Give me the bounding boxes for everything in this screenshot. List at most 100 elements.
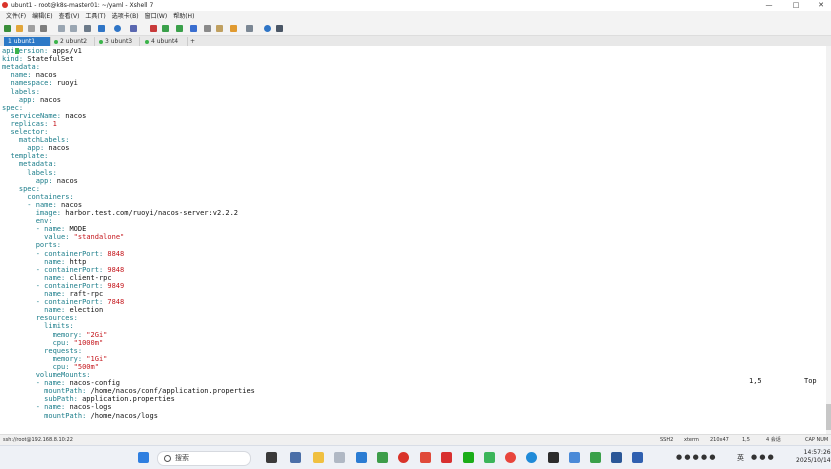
terminal-type: xterm — [684, 437, 699, 443]
menu-tools[interactable]: 工具(T) — [82, 11, 108, 22]
tab-ubunt4[interactable]: 4 ubunt4 — [141, 37, 188, 46]
new-session-icon[interactable] — [4, 25, 11, 32]
terminal-line: spec: — [2, 185, 40, 193]
terminal-line: - name: nacos — [2, 201, 82, 209]
help-icon[interactable] — [264, 25, 271, 32]
menu-window[interactable]: 窗口(W) — [142, 11, 171, 22]
more-icon[interactable] — [276, 25, 283, 32]
app-icon[interactable] — [569, 452, 580, 463]
terminal-text: containerPort: — [44, 298, 108, 307]
transfer-icon[interactable] — [162, 25, 169, 32]
app-icon[interactable] — [420, 452, 431, 463]
app-icon[interactable] — [632, 452, 643, 463]
terminal-text: containers: — [27, 192, 74, 201]
reconnect-icon[interactable] — [40, 25, 47, 32]
app-icon[interactable] — [441, 452, 452, 463]
xftp-icon[interactable] — [150, 25, 157, 32]
script-icon[interactable] — [216, 25, 223, 32]
fullscreen-icon[interactable] — [176, 25, 183, 32]
terminal-text: 1 — [52, 119, 57, 128]
terminal-text: spec: — [18, 184, 40, 193]
terminal-area[interactable]: api ersion: apps/v1 kind: StatefulSet metad… — [0, 46, 826, 434]
tab-ubunt2[interactable]: 2 ubunt2 — [50, 37, 95, 46]
system-clock[interactable]: 14:57:26 2025/10/14 — [796, 449, 831, 465]
terminal-text: metadata: — [18, 160, 57, 169]
terminal-text: app: — [18, 95, 40, 104]
maximize-button[interactable]: □ — [787, 0, 805, 11]
terminal-text: cpu: — [52, 338, 74, 347]
open-folder-icon[interactable] — [16, 25, 23, 32]
chrome-icon[interactable] — [505, 452, 516, 463]
terminal-line: app: nacos — [2, 177, 78, 185]
word-icon[interactable] — [611, 452, 622, 463]
paste-icon[interactable] — [70, 25, 77, 32]
layout-icon[interactable] — [246, 25, 253, 32]
disconnect-icon[interactable] — [28, 25, 35, 32]
app-icon[interactable] — [590, 452, 601, 463]
add-tab-button[interactable]: + — [186, 37, 199, 46]
find-icon[interactable] — [84, 25, 91, 32]
terminal-text: api — [2, 47, 15, 55]
menu-tab[interactable]: 选项卡(B) — [109, 11, 142, 22]
xshell-taskbar-icon[interactable] — [398, 452, 409, 463]
menu-file[interactable]: 文件(F) — [3, 11, 29, 22]
app-icon[interactable] — [548, 452, 559, 463]
vscode-icon[interactable] — [356, 452, 367, 463]
compose-icon[interactable] — [230, 25, 237, 32]
tab-ubunt3[interactable]: 3 ubunt3 — [95, 37, 140, 46]
terminal-scrollbar[interactable] — [826, 46, 831, 434]
lock-icon[interactable] — [190, 25, 197, 32]
menu-edit[interactable]: 编辑(E) — [29, 11, 55, 22]
close-button[interactable]: ✕ — [812, 0, 830, 11]
globe-icon[interactable] — [114, 25, 121, 32]
terminal-text: template: — [10, 152, 49, 161]
app-icon[interactable] — [377, 452, 388, 463]
xshell-app-icon — [2, 2, 8, 8]
terminal-line: metadata: — [2, 63, 40, 71]
keyboard-icon[interactable] — [204, 25, 211, 32]
terminal-line: requests: — [2, 347, 82, 355]
windows-start-icon[interactable] — [138, 452, 149, 463]
protocol-label: SSH2 — [660, 437, 674, 443]
menu-help[interactable]: 帮助(H) — [170, 11, 197, 22]
terminal-text: http — [69, 257, 87, 266]
tab-ubunt1[interactable]: 1 ubunt1 — [4, 37, 51, 46]
scrollbar-thumb[interactable] — [826, 404, 831, 430]
terminal-line: kind: StatefulSet — [2, 55, 74, 63]
tab-label: 2 ubunt2 — [60, 38, 88, 45]
properties-icon[interactable] — [98, 25, 105, 32]
terminal-text: nacos — [56, 176, 78, 185]
taskbar-search[interactable]: 搜索 — [157, 451, 251, 466]
session-tab-bar: 1 ubunt1 2 ubunt2 3 ubunt3 4 ubunt4 + — [0, 36, 831, 46]
terminal-text: "1Gi" — [86, 354, 108, 363]
edge-icon[interactable] — [526, 452, 537, 463]
terminal-text: - — [35, 379, 45, 388]
menu-view[interactable]: 查看(V) — [56, 11, 83, 22]
menu-bar: 文件(F) 编辑(E) 查看(V) 工具(T) 选项卡(B) 窗口(W) 帮助(H) — [0, 11, 831, 22]
terminal-text: replicas: — [10, 119, 53, 128]
file-explorer-icon[interactable] — [313, 452, 324, 463]
terminal-text: "1000m" — [73, 338, 104, 347]
network-volume-icons[interactable]: ● ● ● — [751, 453, 774, 461]
ime-indicator[interactable]: 英 — [737, 453, 744, 463]
app-icon[interactable] — [334, 452, 345, 463]
font-icon[interactable] — [130, 25, 137, 32]
copy-icon[interactable] — [58, 25, 65, 32]
terminal-text: serviceName: — [10, 111, 66, 120]
terminal-text: mountPath: — [44, 411, 91, 420]
terminal-text: requests: — [44, 346, 83, 355]
settings-icon[interactable] — [290, 452, 301, 463]
task-view-icon[interactable] — [266, 452, 277, 463]
tray-icons[interactable]: ● ● ● ● ● — [676, 453, 715, 461]
wechat-icon[interactable] — [463, 452, 474, 463]
terminal-line: volumeMounts: — [2, 371, 91, 379]
minimize-button[interactable]: — — [760, 0, 778, 11]
app-icon[interactable] — [484, 452, 495, 463]
